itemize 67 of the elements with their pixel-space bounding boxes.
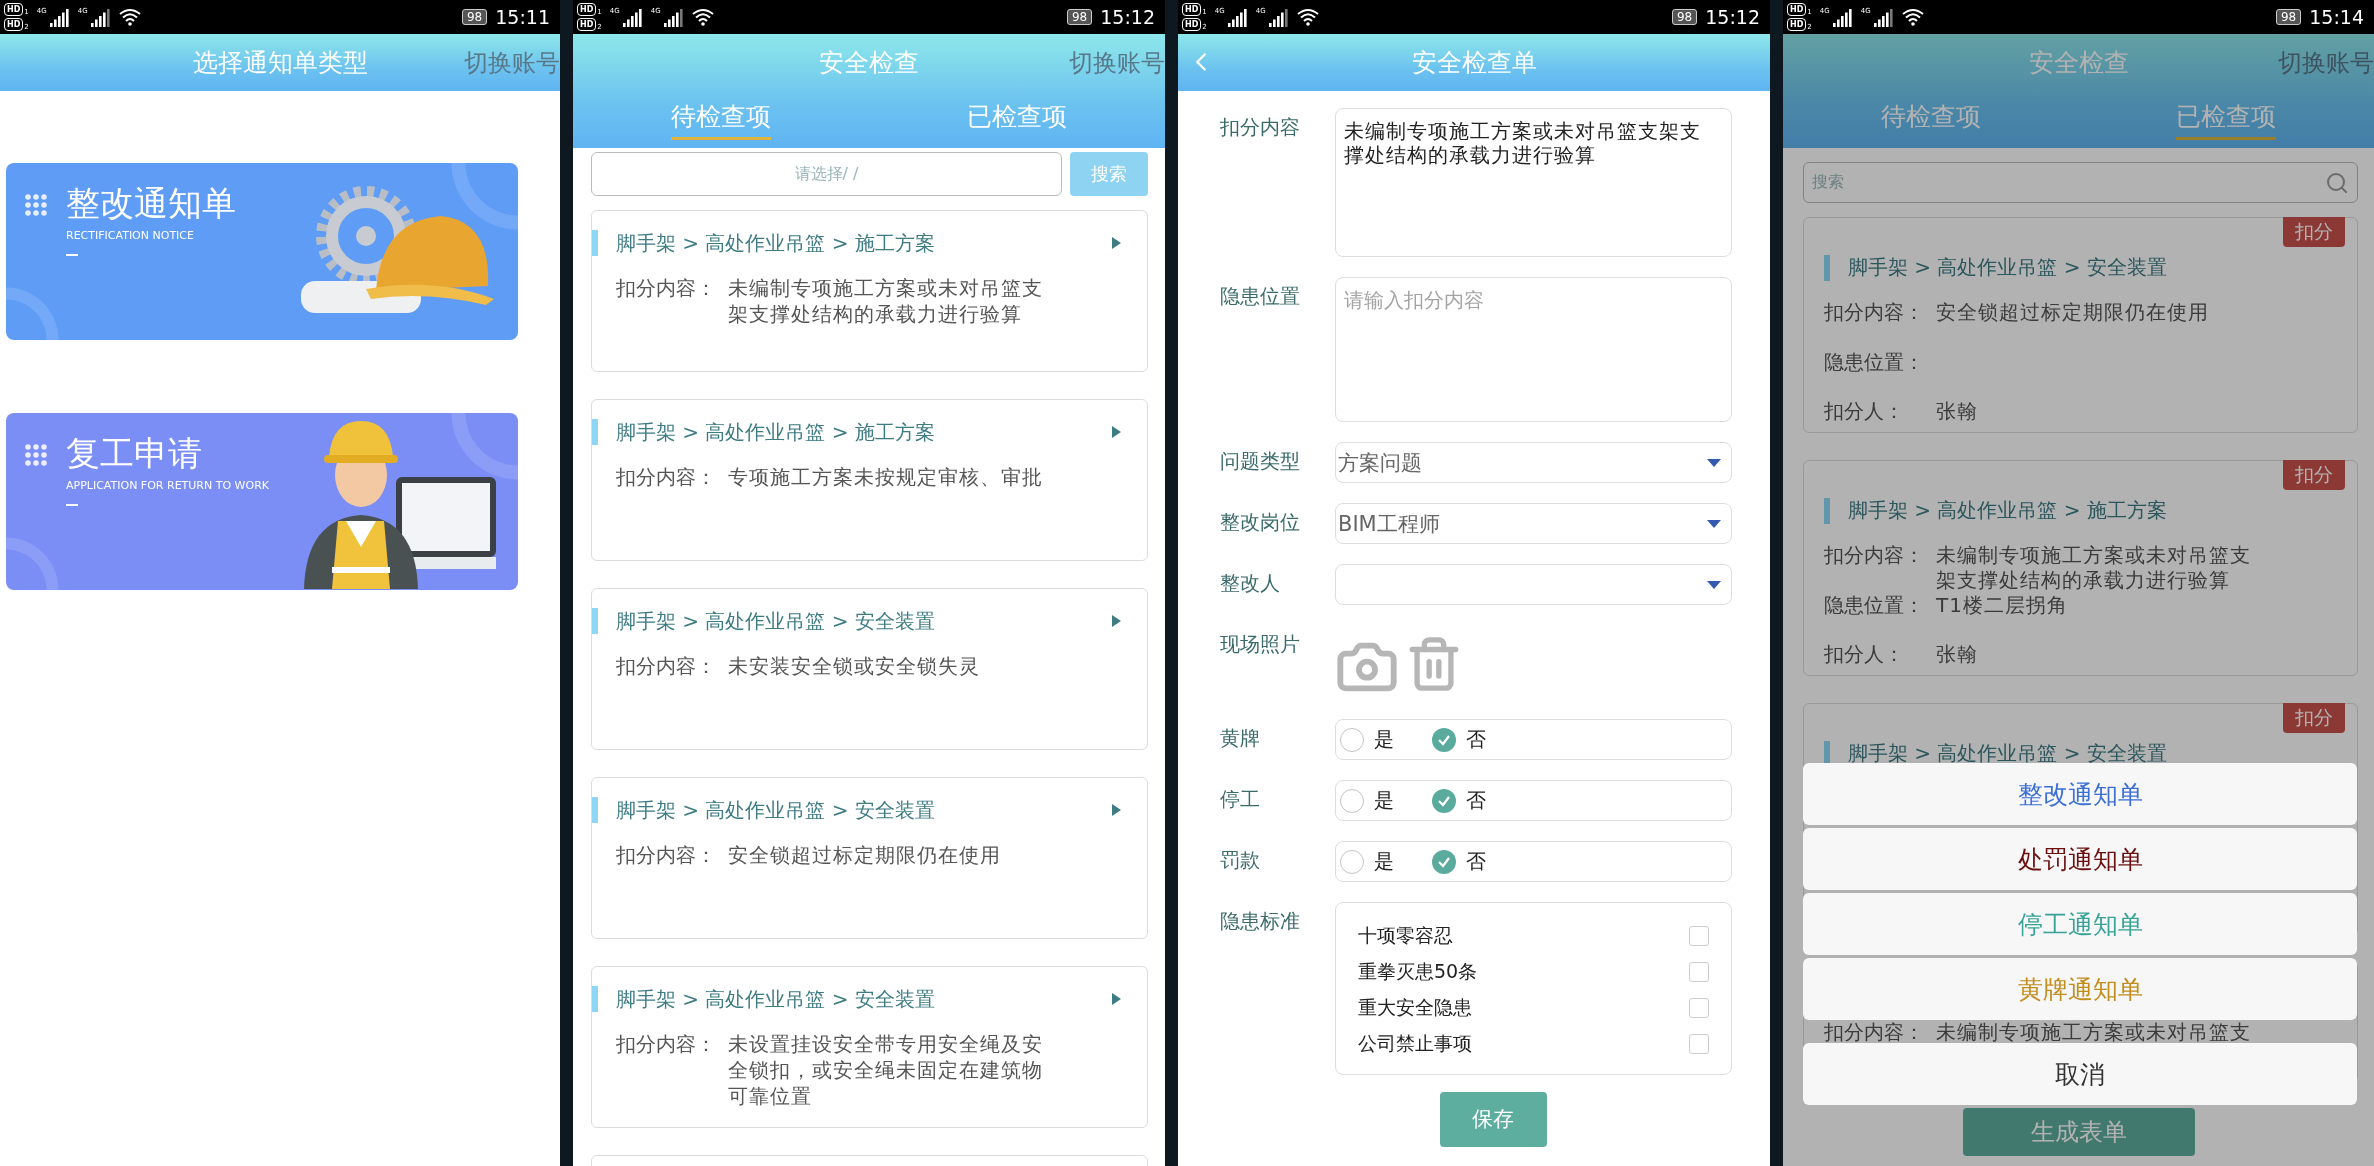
deduction-badge: 扣分 (2283, 703, 2345, 733)
hd-label: HD (1787, 3, 1807, 16)
field-label: 整改人 (1219, 570, 1281, 597)
hd-label: HD (1787, 18, 1807, 31)
screen-title: 选择通知单类型 (192, 47, 368, 79)
deduction-content: 未安装安全锁或安全锁失灵 (728, 653, 981, 679)
card-title: 复工申请 (66, 432, 203, 475)
battery-level: 98 (2275, 9, 2302, 25)
category-path: 脚手架 > 高处作业吊篮 > 施工方案 (616, 418, 936, 446)
category-path: 脚手架 > 高处作业吊篮 > 施工方案 (1848, 497, 2168, 524)
hd-label: HD (577, 3, 597, 16)
hd-label: HD (577, 18, 597, 31)
battery-level: 98 (1671, 9, 1698, 25)
field-label: 隐患标准 (1219, 908, 1301, 935)
field-label: 扣分内容： (616, 842, 717, 868)
field-label: 扣分内容： (616, 275, 717, 302)
field-value: 安全锁超过标定期限仍在使用 (1936, 300, 2210, 326)
deduction-content: 未编制专项施工方案或未对吊篮支架支撑处结构的承载力进行验算 (728, 275, 1044, 327)
battery-level: 98 (1066, 9, 1093, 25)
field-label: 问题类型 (1219, 448, 1301, 475)
field-label: 罚款 (1219, 847, 1261, 874)
deduction-content: 专项施工方案未按规定审核、审批 (728, 464, 1044, 490)
deduction-content: 安全锁超过标定期限仍在使用 (728, 842, 1002, 868)
field-value: 张翰 (1936, 400, 1979, 422)
field-label: 扣分人： (1824, 400, 1905, 422)
field-label: 隐患位置 (1219, 283, 1301, 310)
card-title: 整改通知单 (66, 182, 236, 225)
field-label: 扣分内容： (1824, 543, 1925, 569)
screen-title: 安全检查 (2028, 47, 2129, 79)
field-label: 扣分人： (1824, 643, 1905, 665)
hd-label: HD (1182, 18, 1202, 31)
hd-label: HD (4, 18, 24, 31)
deduction-content: 未设置挂设安全带专用安全绳及安全锁扣，或安全绳未固定在建筑物可靠位置 (728, 1031, 1044, 1109)
status-time: 15:11 (495, 6, 550, 28)
card-subtitle: RECTIFICATION NOTICE (66, 229, 195, 242)
hd-label: HD (1182, 3, 1202, 16)
hd-label: HD (4, 3, 24, 16)
category-path: 脚手架 > 高处作业吊篮 > 安全装置 (1848, 254, 2168, 281)
field-label: 扣分内容： (616, 653, 717, 679)
field-label: 现场照片 (1219, 631, 1301, 658)
deduction-badge: 扣分 (2283, 460, 2345, 490)
status-time: 15:12 (1100, 6, 1155, 28)
category-path: 脚手架 > 高处作业吊篮 > 施工方案 (616, 229, 936, 257)
field-value: 未编制专项施工方案或未对吊篮支架支撑处结构的承载力进行验算 (1936, 543, 2252, 593)
status-time: 15:14 (2309, 6, 2364, 28)
field-label: 黄牌 (1219, 725, 1261, 752)
field-value: 未编制专项施工方案或未对吊篮支 (1936, 1021, 2252, 1043)
screen-title: 安全检查单 (1411, 47, 1537, 79)
field-label: 扣分内容 (1219, 114, 1301, 141)
field-label: 扣分内容： (1824, 1021, 1925, 1043)
field-label: 扣分内容： (1824, 300, 1925, 326)
field-label: 整改岗位 (1219, 509, 1301, 536)
card-subtitle: APPLICATION FOR RETURN TO WORK (66, 479, 269, 492)
field-label: 扣分内容： (616, 464, 717, 490)
field-label: 扣分内容： (616, 1031, 717, 1058)
battery-level: 98 (461, 9, 488, 25)
status-time: 15:12 (1705, 6, 1760, 28)
field-label: 隐患位置： (1824, 350, 1925, 376)
category-path: 脚手架 > 高处作业吊篮 > 安全装置 (616, 985, 936, 1013)
field-label: 停工 (1219, 786, 1261, 813)
field-value: T1楼二层拐角 (1936, 593, 2069, 619)
category-path: 脚手架 > 高处作业吊篮 > 安全装置 (616, 607, 936, 635)
category-path: 脚手架 > 高处作业吊篮 > 安全装置 (616, 796, 936, 824)
field-value: 张翰 (1936, 643, 1979, 665)
deduction-badge: 扣分 (2283, 217, 2345, 247)
field-label: 隐患位置： (1824, 593, 1925, 619)
screen-title: 安全检查 (819, 47, 919, 79)
